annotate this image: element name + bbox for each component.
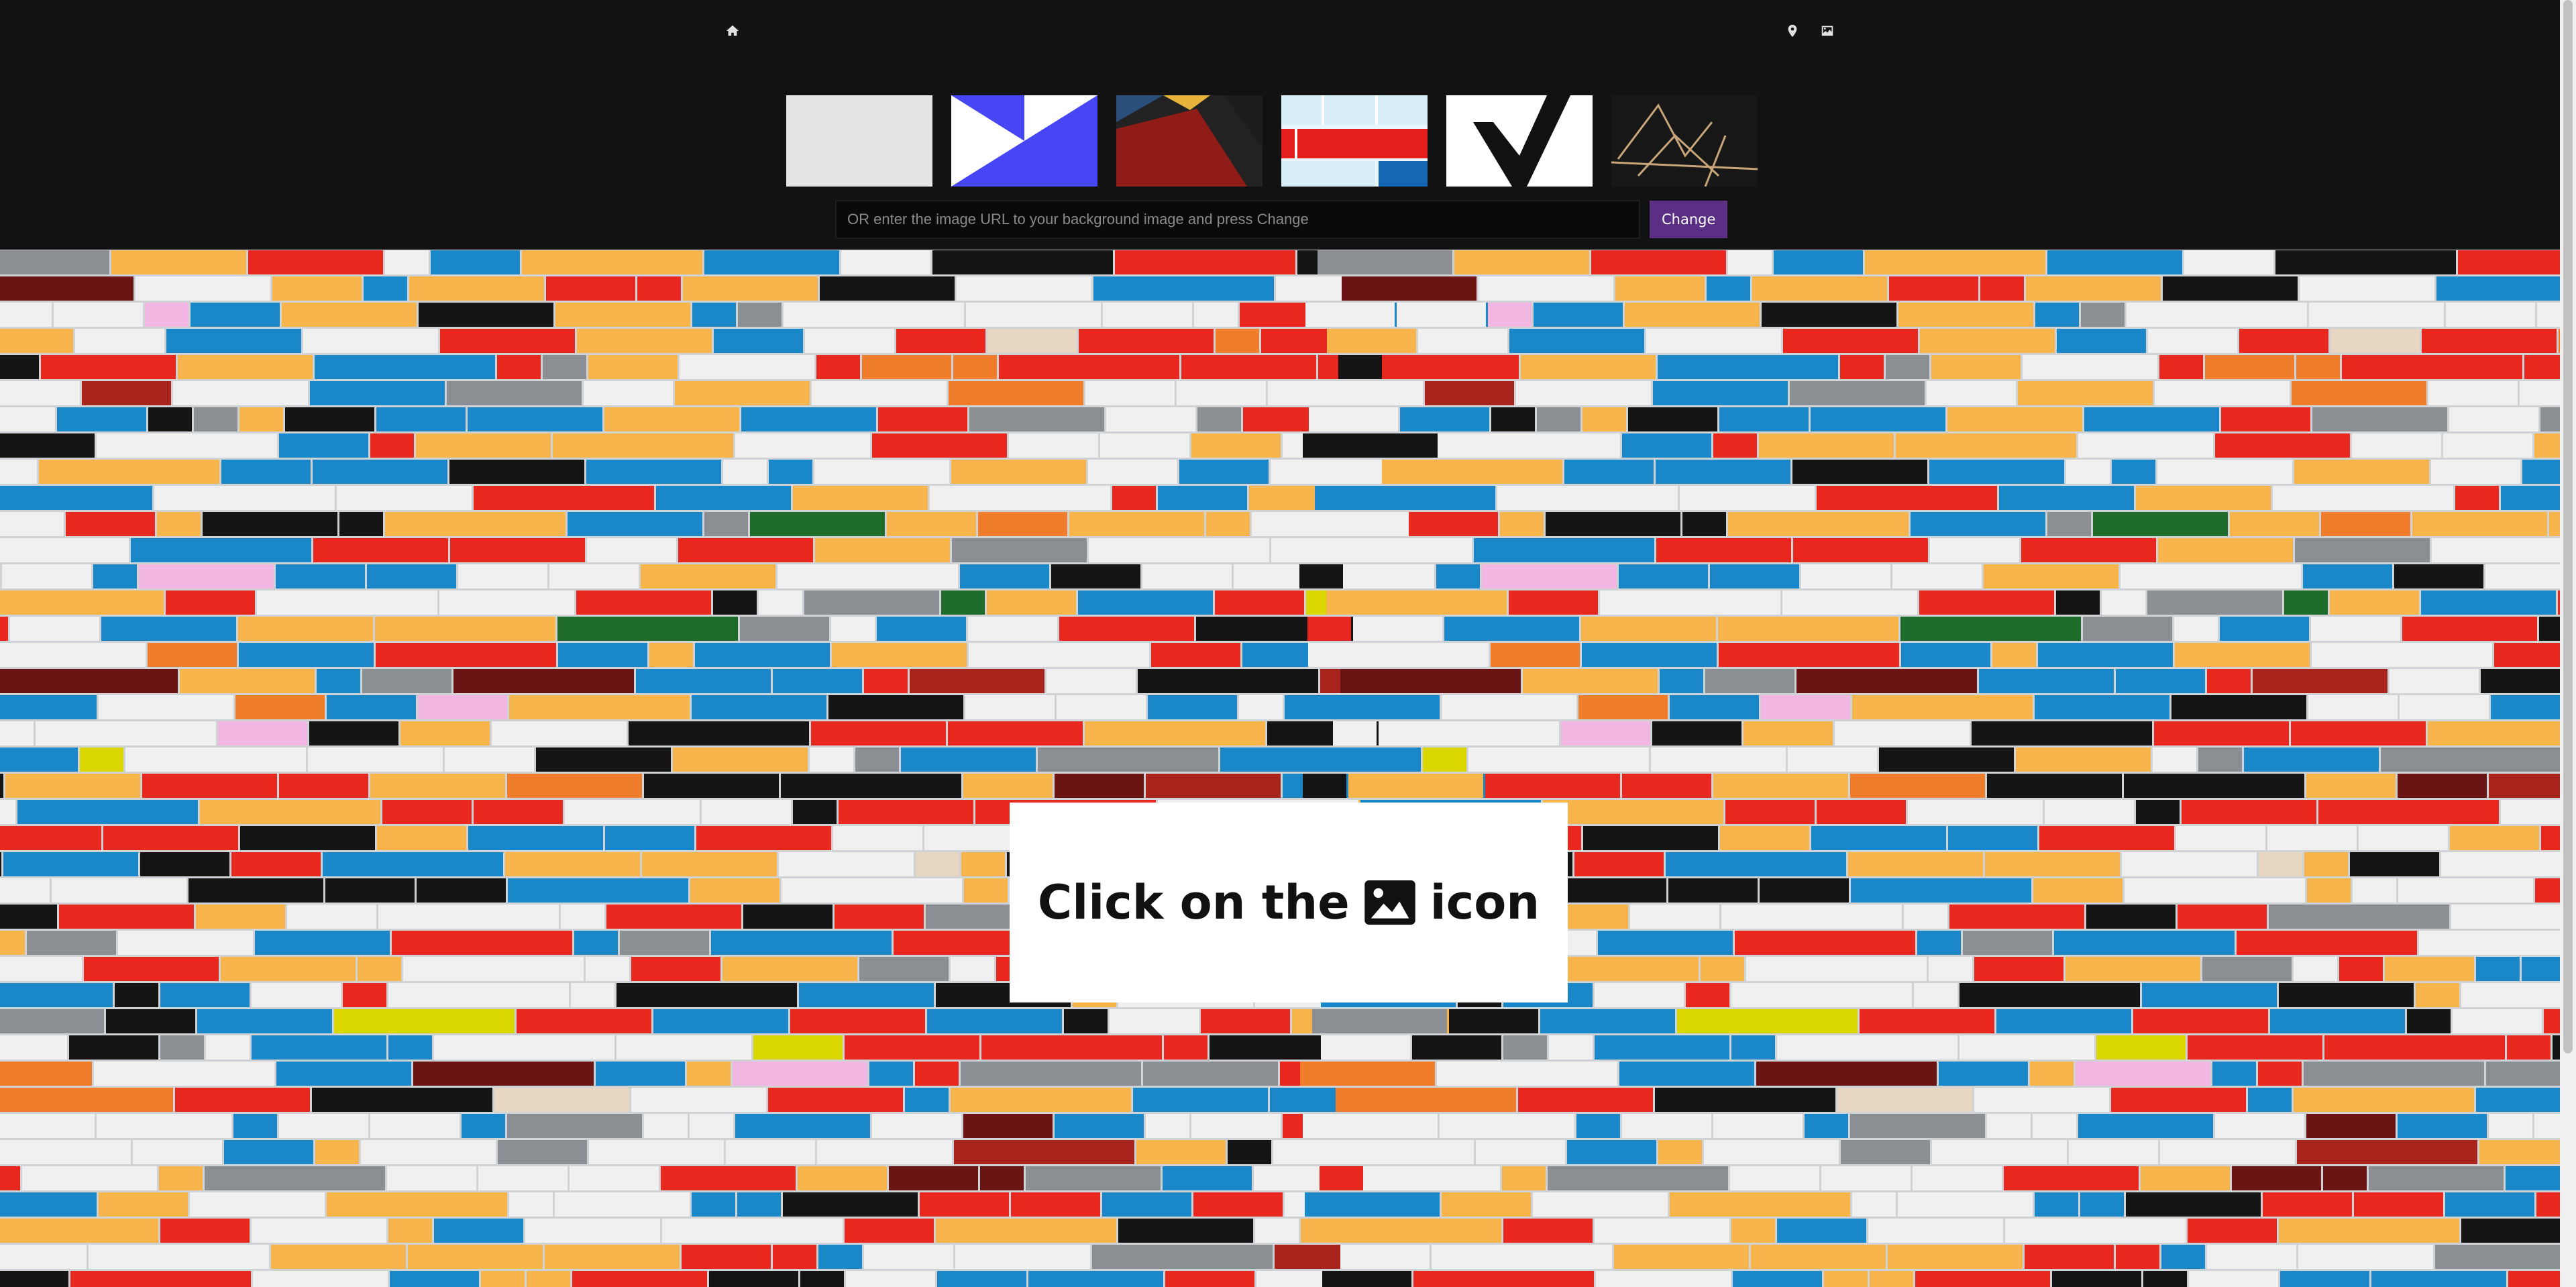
instruction-text-after: icon bbox=[1430, 875, 1540, 930]
background-image bbox=[0, 250, 2560, 1287]
thumbnail-red-blue-stripes[interactable] bbox=[1281, 95, 1428, 187]
image-url-input[interactable] bbox=[835, 200, 1640, 239]
image-icon[interactable] bbox=[1814, 17, 1841, 44]
instruction-card: Click on the icon bbox=[1010, 803, 1568, 1002]
scrollbar[interactable] bbox=[2560, 0, 2576, 1287]
top-bar: Change bbox=[0, 0, 2560, 250]
scrollbar-thumb[interactable] bbox=[2563, 0, 2573, 1053]
thumbnail-white-chevron[interactable] bbox=[1446, 95, 1593, 187]
change-button[interactable]: Change bbox=[1650, 201, 1728, 238]
thumbnail-dark-red-triangles[interactable] bbox=[1116, 95, 1263, 187]
url-form: Change bbox=[835, 200, 1728, 239]
page: Change Click on the icon bbox=[0, 0, 2576, 1287]
instruction-text-before: Click on the bbox=[1037, 875, 1350, 930]
home-icon[interactable] bbox=[719, 17, 746, 44]
image-icon bbox=[1364, 880, 1415, 925]
background-thumbnails bbox=[786, 95, 1758, 187]
thumbnail-dark-wire-structure[interactable] bbox=[1611, 95, 1758, 187]
thumbnail-blue-white-geometric[interactable] bbox=[951, 95, 1097, 187]
map-pin-icon[interactable] bbox=[1779, 17, 1806, 44]
thumbnail-light-gray[interactable] bbox=[786, 95, 932, 187]
